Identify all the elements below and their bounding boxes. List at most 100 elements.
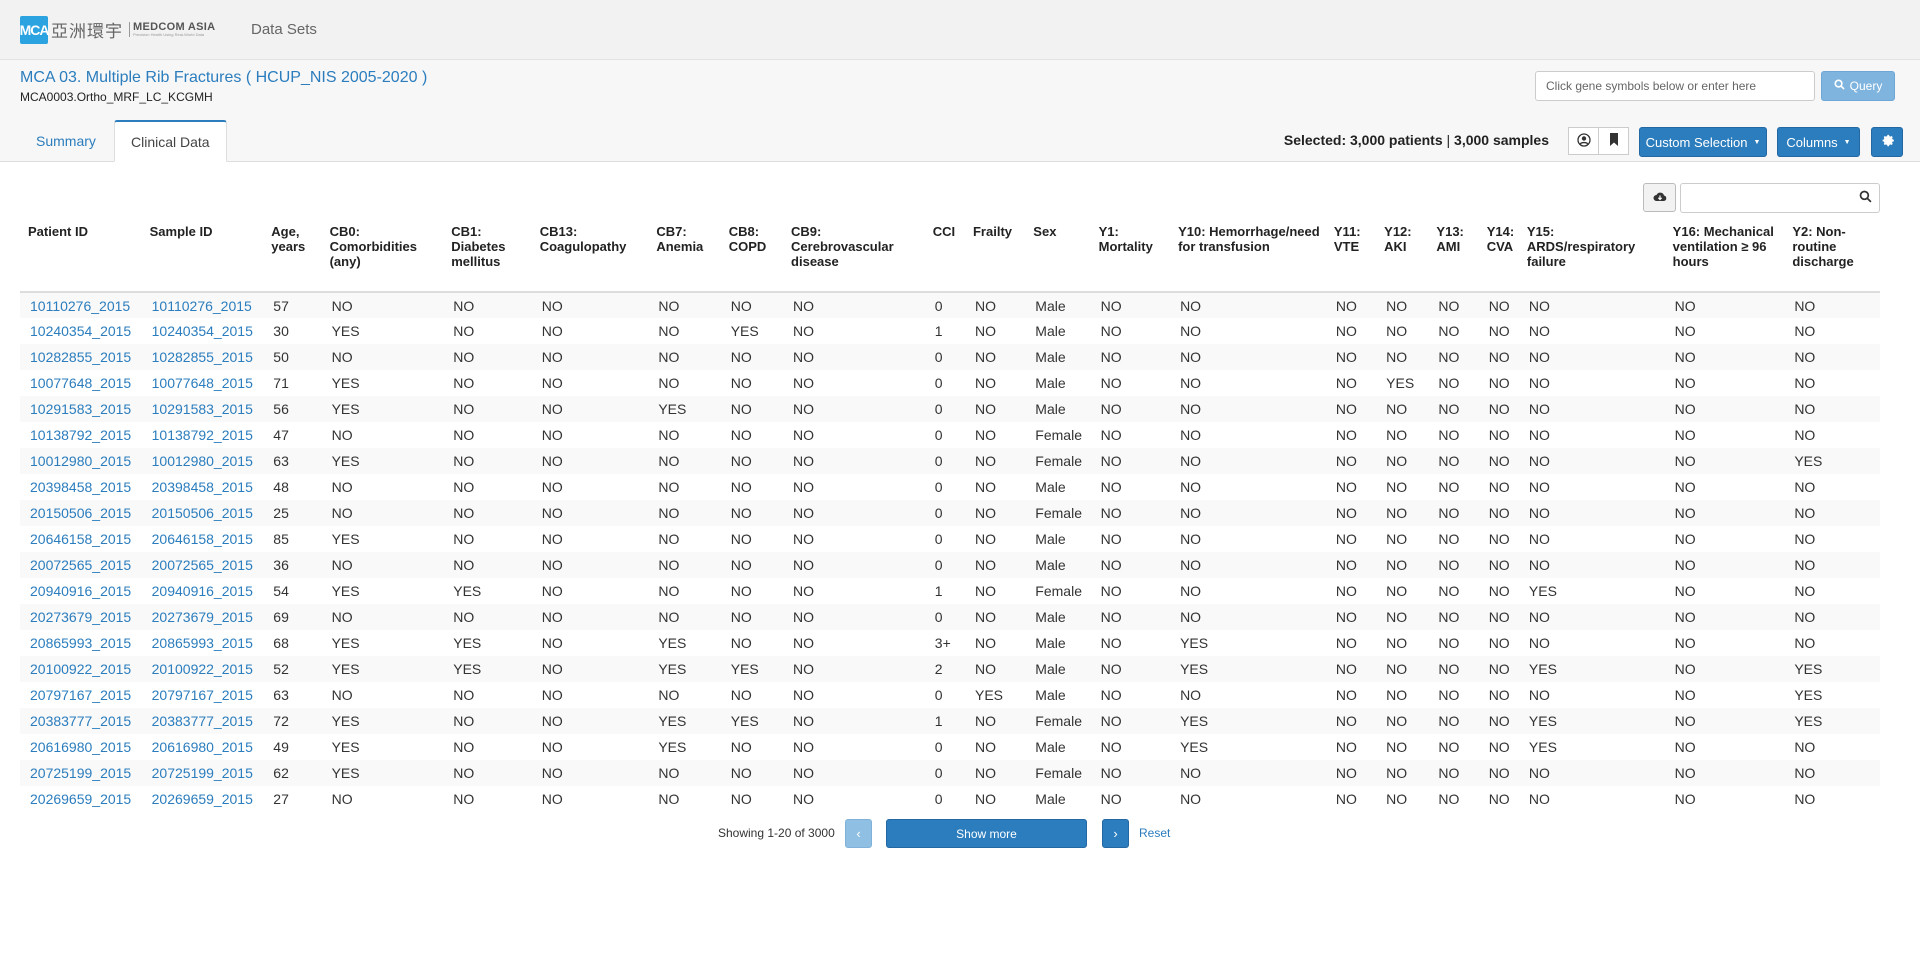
table-cell: 85	[273, 531, 289, 547]
sample-id-link[interactable]: 20383777_2015	[152, 713, 253, 729]
tab-summary[interactable]: Summary	[20, 120, 112, 162]
column-header[interactable]: Y11: VTE	[1325, 218, 1377, 293]
column-header[interactable]: Sex	[1025, 218, 1091, 293]
column-header[interactable]: Frailty	[964, 218, 1026, 293]
column-header[interactable]: CB7: Anemia	[648, 218, 721, 293]
table-cell: Male	[1025, 604, 1091, 630]
sample-id-link[interactable]: 20072565_2015	[152, 557, 253, 573]
patient-id-link[interactable]: 20398458_2015	[30, 479, 131, 495]
patient-id-link[interactable]: 20269659_2015	[30, 791, 131, 807]
column-header[interactable]: Y12: AKI	[1376, 218, 1429, 293]
sample-id-link[interactable]: 10012980_2015	[152, 453, 253, 469]
table-row: 20865993_2015 20865993_2015 68 YES YES NO YES N…	[20, 630, 1880, 656]
column-header[interactable]: Patient ID	[20, 218, 142, 293]
sample-id-link[interactable]: 20273679_2015	[152, 609, 253, 625]
column-header[interactable]: Y13: AMI	[1428, 218, 1479, 293]
column-header[interactable]: Y15: ARDS/respiratory failure	[1518, 218, 1665, 293]
medcom-asia-logo[interactable]: MCA 亞洲環宇 MEDCOM ASIA Precision Health Us…	[20, 15, 251, 44]
patient-id-link[interactable]: 10110276_2015	[30, 298, 130, 314]
table-cell: NO	[648, 500, 721, 526]
patient-id-link[interactable]: 20273679_2015	[30, 609, 131, 625]
patient-id-link[interactable]: 10138792_2015	[30, 427, 131, 443]
patient-id-link[interactable]: 20865993_2015	[30, 635, 131, 651]
download-button[interactable]	[1643, 183, 1676, 212]
patient-id-link[interactable]: 10282855_2015	[30, 349, 131, 365]
table-cell: NO	[1376, 292, 1429, 318]
gene-query-input[interactable]	[1535, 71, 1815, 101]
patient-id-link[interactable]: 10077648_2015	[30, 375, 131, 391]
sample-id-link[interactable]: 20100922_2015	[152, 661, 253, 677]
patient-id-link[interactable]: 10240354_2015	[30, 323, 131, 339]
user-selection-button[interactable]	[1568, 127, 1599, 155]
sample-id-link[interactable]: 10138792_2015	[152, 427, 253, 443]
column-header[interactable]: CB9: Cerebrovascular disease	[783, 218, 925, 293]
table-cell: NO	[1438, 791, 1460, 807]
previous-page-button[interactable]: ‹	[845, 819, 872, 848]
sample-id-link[interactable]: 20797167_2015	[152, 687, 253, 703]
table-cell: Female	[1035, 427, 1082, 443]
sample-id-link[interactable]: 20646158_2015	[152, 531, 253, 547]
table-cell: NO	[541, 323, 563, 339]
sample-id-link[interactable]: 20940916_2015	[152, 583, 253, 599]
column-header[interactable]: CB13: Coagulopathy	[531, 218, 649, 293]
table-cell: NO	[1518, 344, 1665, 370]
sample-id-link[interactable]: 10110276_2015	[152, 298, 252, 314]
table-cell: NO	[1784, 500, 1880, 526]
column-header[interactable]: Y16: Mechanical ventilation ≥ 96 hours	[1664, 218, 1785, 293]
table-cell: 0	[924, 448, 965, 474]
patient-id-link[interactable]: 20797167_2015	[30, 687, 131, 703]
patient-id-link[interactable]: 20072565_2015	[30, 557, 131, 573]
table-cell: NO	[531, 292, 649, 318]
patient-id-link[interactable]: 10012980_2015	[30, 453, 131, 469]
patient-id-link[interactable]: 20616980_2015	[30, 739, 131, 755]
patient-id-cell: 20865993_2015	[20, 630, 142, 656]
column-header[interactable]: CB1: Diabetes mellitus	[443, 218, 532, 293]
sample-id-link[interactable]: 20398458_2015	[152, 479, 253, 495]
sample-id-link[interactable]: 20269659_2015	[152, 791, 253, 807]
sample-id-link[interactable]: 10291583_2015	[152, 401, 253, 417]
column-header[interactable]: Y1: Mortality	[1090, 218, 1171, 293]
nav-data-sets-link[interactable]: Data Sets	[251, 21, 317, 38]
columns-button[interactable]: Columns ▼	[1777, 127, 1860, 157]
custom-selection-button[interactable]: Custom Selection ▼	[1639, 127, 1767, 157]
reset-link[interactable]: Reset	[1139, 826, 1170, 840]
column-header[interactable]: Y14: CVA	[1478, 218, 1519, 293]
next-page-button[interactable]: ›	[1102, 819, 1129, 848]
table-cell: NO	[1100, 375, 1122, 391]
sample-id-link[interactable]: 20865993_2015	[152, 635, 253, 651]
sample-id-link[interactable]: 20725199_2015	[152, 765, 253, 781]
table-cell: NO	[531, 552, 649, 578]
column-header[interactable]: CB8: COPD	[720, 218, 784, 293]
settings-button[interactable]	[1871, 127, 1903, 157]
patient-id-link[interactable]: 10291583_2015	[30, 401, 131, 417]
query-button[interactable]: Query	[1821, 71, 1895, 101]
column-header[interactable]: CCI	[924, 218, 965, 293]
column-header[interactable]: Age, years	[263, 218, 322, 293]
column-header[interactable]: Y2: Non-routine discharge	[1784, 218, 1880, 293]
sample-id-link[interactable]: 10240354_2015	[152, 323, 253, 339]
sample-id-link[interactable]: 20150506_2015	[152, 505, 253, 521]
column-header[interactable]: Y10: Hemorrhage/need for transfusion	[1170, 218, 1326, 293]
table-cell: NO	[974, 791, 996, 807]
column-header[interactable]: CB0: Comorbidities (any)	[321, 218, 444, 293]
bookmark-button[interactable]	[1598, 127, 1629, 155]
patient-id-link[interactable]: 20100922_2015	[30, 661, 131, 677]
show-more-button[interactable]: Show more	[886, 819, 1087, 848]
table-search-input[interactable]	[1685, 185, 1845, 211]
patient-id-link[interactable]: 20150506_2015	[30, 505, 131, 521]
table-cell: YES	[453, 635, 482, 651]
patient-id-link[interactable]: 20646158_2015	[30, 531, 131, 547]
table-cell: YES	[453, 583, 482, 599]
column-header[interactable]: Sample ID	[141, 218, 264, 293]
patient-id-link[interactable]: 20383777_2015	[30, 713, 131, 729]
table-cell: NO	[1100, 583, 1122, 599]
patient-id-link[interactable]: 20940916_2015	[30, 583, 131, 599]
sample-id-link[interactable]: 10282855_2015	[152, 349, 253, 365]
patient-id-link[interactable]: 20725199_2015	[30, 765, 131, 781]
sample-id-link[interactable]: 10077648_2015	[152, 375, 253, 391]
table-cell: YES	[443, 656, 532, 682]
search-icon[interactable]	[1859, 190, 1872, 206]
sample-id-link[interactable]: 20616980_2015	[152, 739, 253, 755]
selected-patients-count: 3,000 patients	[1350, 132, 1443, 148]
tab-clinical-data[interactable]: Clinical Data	[114, 120, 227, 162]
